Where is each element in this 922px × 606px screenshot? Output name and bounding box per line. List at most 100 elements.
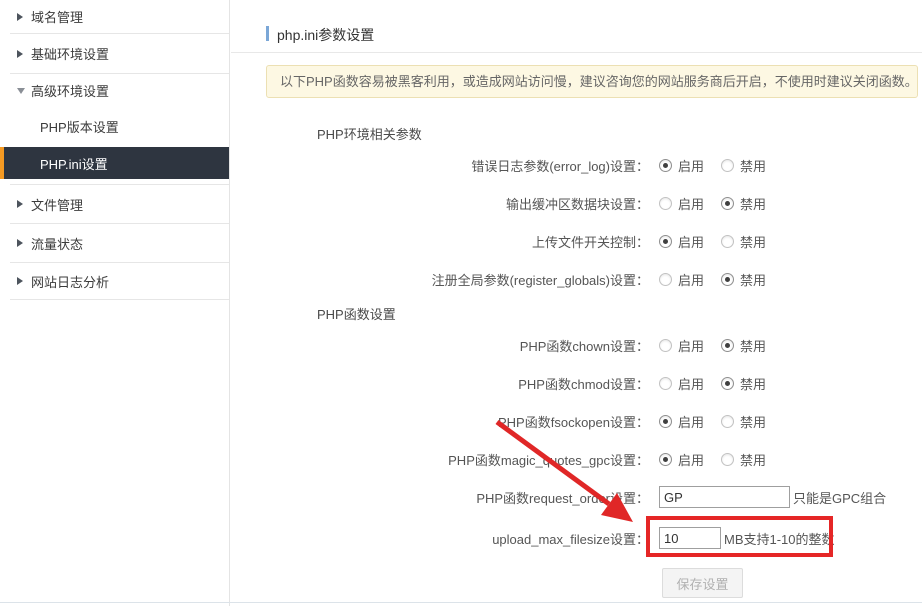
radio-enable[interactable] bbox=[659, 159, 672, 172]
setting-label: 注册全局参数(register_globals)设置： bbox=[231, 270, 649, 289]
save-settings-button[interactable]: 保存设置 bbox=[662, 568, 743, 598]
input-hint: 只能是GPC组合 bbox=[793, 488, 886, 507]
radio-option-disable[interactable]: 禁用 bbox=[721, 450, 766, 469]
setting-row-request-order: PHP函数request_order设置： 只能是GPC组合 bbox=[231, 478, 922, 516]
sidebar-item-label: 流量状态 bbox=[31, 234, 83, 253]
radio-label: 启用 bbox=[678, 450, 704, 469]
radio-option-enable[interactable]: 启用 bbox=[659, 270, 704, 289]
radio-option-disable[interactable]: 禁用 bbox=[721, 336, 766, 355]
setting-label: PHP函数chmod设置： bbox=[231, 374, 649, 393]
php-function-rows: PHP函数chown设置： 启用 禁用 PHP函数chmod设置： 启用 禁用 … bbox=[231, 326, 922, 560]
radio-label: 启用 bbox=[678, 336, 704, 355]
setting-row-error-log: 错误日志参数(error_log)设置： 启用 禁用 bbox=[231, 146, 922, 184]
setting-label: 错误日志参数(error_log)设置： bbox=[231, 156, 649, 175]
sidebar-item-advanced-env-settings[interactable]: 高级环境设置 bbox=[0, 74, 229, 107]
radio-enable[interactable] bbox=[659, 415, 672, 428]
radio-option-enable[interactable]: 启用 bbox=[659, 374, 704, 393]
section-title-php-env: PHP环境相关参数 bbox=[317, 124, 922, 142]
radio-option-disable[interactable]: 禁用 bbox=[721, 194, 766, 213]
setting-row-chmod: PHP函数chmod设置： 启用 禁用 bbox=[231, 364, 922, 402]
radio-label: 启用 bbox=[678, 194, 704, 213]
divider bbox=[10, 299, 229, 300]
radio-option-disable[interactable]: 禁用 bbox=[721, 156, 766, 175]
radio-disable[interactable] bbox=[721, 415, 734, 428]
page-header: php.ini参数设置 bbox=[231, 0, 922, 53]
radio-label: 禁用 bbox=[740, 270, 766, 289]
radio-option-enable[interactable]: 启用 bbox=[659, 412, 704, 431]
request-order-input[interactable] bbox=[659, 486, 790, 508]
setting-label: PHP函数chown设置： bbox=[231, 336, 649, 355]
setting-label: PHP函数request_order设置： bbox=[231, 488, 649, 507]
setting-row-register-globals: 注册全局参数(register_globals)设置： 启用 禁用 bbox=[231, 260, 922, 298]
radio-label: 禁用 bbox=[740, 412, 766, 431]
section-title-php-functions: PHP函数设置 bbox=[317, 304, 922, 322]
sidebar-subitem-label: PHP版本设置 bbox=[40, 117, 119, 136]
sidebar-item-label: 文件管理 bbox=[31, 195, 83, 214]
radio-option-disable[interactable]: 禁用 bbox=[721, 412, 766, 431]
chevron-right-icon bbox=[17, 277, 26, 285]
chevron-right-icon bbox=[17, 50, 26, 58]
sidebar: 域名管理 基础环境设置 高级环境设置 PHP版本设置 PHP.ini设置 文件管… bbox=[0, 0, 230, 606]
radio-label: 禁用 bbox=[740, 374, 766, 393]
radio-disable[interactable] bbox=[721, 273, 734, 286]
radio-disable[interactable] bbox=[721, 339, 734, 352]
radio-disable[interactable] bbox=[721, 235, 734, 248]
main-content: php.ini参数设置 以下PHP函数容易被黑客利用，或造成网站访问慢，建议咨询… bbox=[231, 0, 922, 606]
sidebar-item-label: 高级环境设置 bbox=[31, 81, 109, 100]
radio-enable[interactable] bbox=[659, 339, 672, 352]
radio-disable[interactable] bbox=[721, 159, 734, 172]
radio-option-enable[interactable]: 启用 bbox=[659, 194, 704, 213]
radio-label: 启用 bbox=[678, 374, 704, 393]
radio-disable[interactable] bbox=[721, 197, 734, 210]
radio-option-enable[interactable]: 启用 bbox=[659, 450, 704, 469]
sidebar-item-label: 网站日志分析 bbox=[31, 272, 109, 291]
sidebar-item-domain-management[interactable]: 域名管理 bbox=[0, 0, 229, 33]
radio-label: 禁用 bbox=[740, 450, 766, 469]
radio-enable[interactable] bbox=[659, 235, 672, 248]
radio-label: 禁用 bbox=[740, 232, 766, 251]
radio-label: 启用 bbox=[678, 412, 704, 431]
chevron-right-icon bbox=[17, 239, 26, 247]
setting-row-fsockopen: PHP函数fsockopen设置： 启用 禁用 bbox=[231, 402, 922, 440]
radio-label: 启用 bbox=[678, 270, 704, 289]
setting-row-magic-quotes-gpc: PHP函数magic_quotes_gpc设置： 启用 禁用 bbox=[231, 440, 922, 478]
radio-enable[interactable] bbox=[659, 453, 672, 466]
sidebar-subitem-label: PHP.ini设置 bbox=[40, 154, 108, 173]
radio-option-enable[interactable]: 启用 bbox=[659, 336, 704, 355]
upload-max-filesize-input[interactable] bbox=[659, 527, 721, 549]
sidebar-item-traffic-status[interactable]: 流量状态 bbox=[0, 224, 229, 262]
setting-label: 输出缓冲区数据块设置： bbox=[231, 194, 649, 213]
radio-disable[interactable] bbox=[721, 377, 734, 390]
input-hint: MB支持1-10的整数 bbox=[724, 529, 835, 548]
sidebar-item-php-ini-settings-active[interactable]: PHP.ini设置 bbox=[0, 147, 229, 179]
radio-option-disable[interactable]: 禁用 bbox=[721, 232, 766, 251]
radio-label: 禁用 bbox=[740, 336, 766, 355]
radio-option-enable[interactable]: 启用 bbox=[659, 156, 704, 175]
sidebar-item-file-management[interactable]: 文件管理 bbox=[0, 185, 229, 223]
radio-label: 禁用 bbox=[740, 156, 766, 175]
sidebar-item-label: 基础环境设置 bbox=[31, 44, 109, 63]
sidebar-item-website-log-analysis[interactable]: 网站日志分析 bbox=[0, 263, 229, 299]
chevron-right-icon bbox=[17, 200, 26, 208]
setting-row-file-uploads: 上传文件开关控制： 启用 禁用 bbox=[231, 222, 922, 260]
setting-row-output-buffering: 输出缓冲区数据块设置： 启用 禁用 bbox=[231, 184, 922, 222]
security-warning-banner: 以下PHP函数容易被黑客利用，或造成网站访问慢，建议咨询您的网站服务商后开启，不… bbox=[266, 65, 918, 98]
title-accent-bar bbox=[266, 26, 269, 41]
page-title: php.ini参数设置 bbox=[277, 25, 374, 45]
radio-option-enable[interactable]: 启用 bbox=[659, 232, 704, 251]
setting-label: PHP函数fsockopen设置： bbox=[231, 412, 649, 431]
setting-label: 上传文件开关控制： bbox=[231, 232, 649, 251]
radio-label: 启用 bbox=[678, 156, 704, 175]
setting-row-upload-max-filesize: upload_max_filesize设置： MB支持1-10的整数 bbox=[231, 516, 922, 560]
php-ini-settings-page: 域名管理 基础环境设置 高级环境设置 PHP版本设置 PHP.ini设置 文件管… bbox=[0, 0, 922, 606]
sidebar-item-php-version-settings[interactable]: PHP版本设置 bbox=[0, 107, 229, 145]
radio-enable[interactable] bbox=[659, 197, 672, 210]
sidebar-item-basic-env-settings[interactable]: 基础环境设置 bbox=[0, 34, 229, 73]
radio-enable[interactable] bbox=[659, 273, 672, 286]
php-env-rows: 错误日志参数(error_log)设置： 启用 禁用 输出缓冲区数据块设置： 启… bbox=[231, 146, 922, 298]
page-bottom-divider bbox=[0, 602, 922, 603]
radio-option-disable[interactable]: 禁用 bbox=[721, 374, 766, 393]
radio-disable[interactable] bbox=[721, 453, 734, 466]
radio-enable[interactable] bbox=[659, 377, 672, 390]
radio-option-disable[interactable]: 禁用 bbox=[721, 270, 766, 289]
